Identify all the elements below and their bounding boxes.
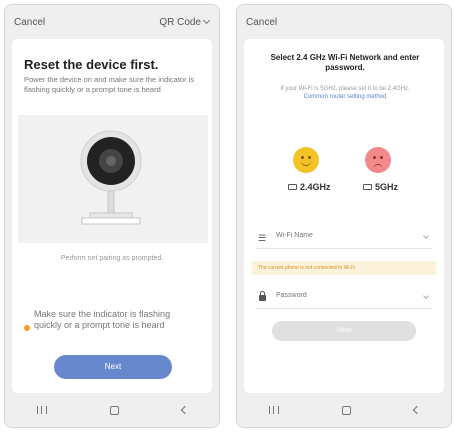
back-icon[interactable] (412, 405, 421, 415)
camera-illustration (18, 115, 208, 243)
right-screen: Cancel Select 2.4 GHz Wi-Fi Network and … (236, 4, 452, 428)
left-screen: Cancel QR Code Reset the device first. P… (4, 4, 220, 428)
cancel-button[interactable]: Cancel (246, 17, 277, 28)
system-nav-bar (5, 393, 219, 427)
band-24-label: 2.4GHz (300, 182, 331, 192)
page-title: Reset the device first. (24, 57, 159, 72)
wifi-icon: ☰ (258, 233, 267, 243)
perform-pairing-text: Perform net pairing as prompted. (60, 255, 164, 262)
back-icon[interactable] (180, 405, 189, 415)
lock-icon (259, 291, 266, 301)
chevron-down-icon[interactable] (423, 293, 429, 299)
content-card: Select 2.4 GHz Wi-Fi Network and enter p… (244, 39, 444, 393)
password-field[interactable] (256, 287, 432, 309)
password-input[interactable] (276, 292, 406, 299)
band-24ghz: 2.4GHz (288, 182, 331, 192)
home-icon[interactable] (109, 405, 119, 415)
subtitle: If your Wi-Fi is 5GHz, please set it to … (254, 85, 436, 101)
content-card: Reset the device first. Power the device… (12, 39, 212, 393)
qr-code-dropdown[interactable]: QR Code (159, 16, 211, 28)
qr-code-label: QR Code (159, 17, 201, 28)
happy-face-icon (293, 147, 319, 173)
recents-icon[interactable] (268, 406, 279, 414)
warning-dot-icon (24, 325, 30, 331)
router-icon (288, 184, 297, 190)
recents-icon[interactable] (36, 406, 47, 414)
indicator-hint-text[interactable]: Make sure the indicator is flashing quic… (34, 309, 184, 331)
cancel-button[interactable]: Cancel (14, 17, 45, 28)
home-icon[interactable] (341, 405, 351, 415)
chevron-down-icon[interactable] (423, 233, 429, 239)
band-5-label: 5GHz (375, 182, 399, 192)
next-button[interactable]: Next (272, 321, 416, 341)
router-icon (363, 184, 372, 190)
wifi-warning-banner: The current phone is not connected to Wi… (252, 261, 436, 275)
page-title: Select 2.4 GHz Wi-Fi Network and enter p… (270, 53, 420, 72)
subtitle-text: If your Wi-Fi is 5GHz, please set it to … (280, 86, 410, 92)
router-setting-link[interactable]: Common router setting method (304, 94, 387, 100)
system-nav-bar (237, 393, 451, 427)
wifi-name-field[interactable]: ☰ (256, 227, 432, 249)
wifi-name-input[interactable] (276, 232, 406, 239)
chevron-down-icon (202, 16, 211, 25)
description-text: Power the device on and make sure the in… (24, 75, 195, 94)
top-bar: Cancel QR Code (5, 5, 219, 39)
top-bar: Cancel (237, 5, 451, 39)
next-button[interactable]: Next (54, 355, 172, 379)
sad-face-icon (365, 147, 391, 173)
band-5ghz: 5GHz (363, 182, 398, 192)
